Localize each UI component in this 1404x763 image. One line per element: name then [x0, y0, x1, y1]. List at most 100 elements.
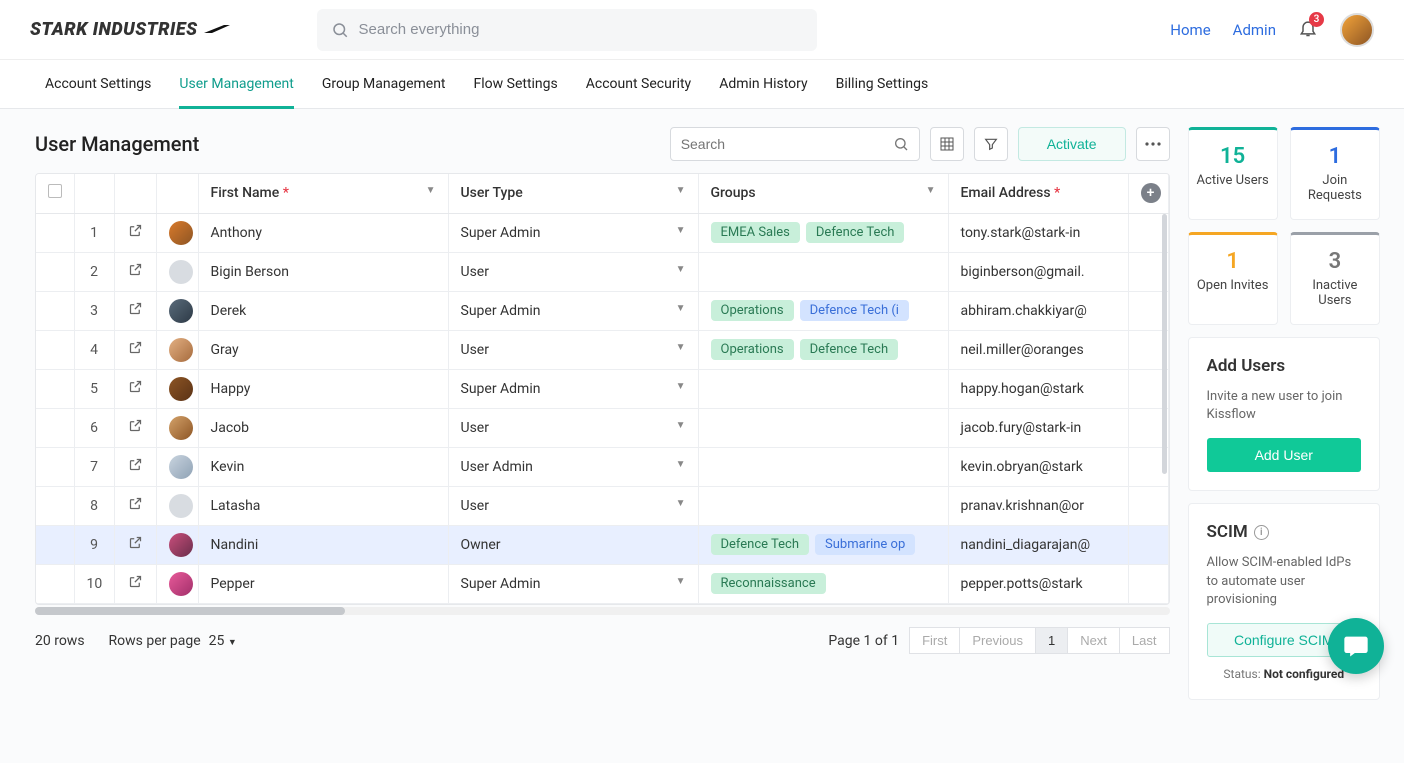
vertical-scrollbar[interactable]: [1162, 214, 1167, 474]
open-in-new-icon[interactable]: [128, 499, 143, 515]
cell-user-type[interactable]: User Admin▼: [448, 447, 698, 486]
cell-user-type[interactable]: User▼: [448, 486, 698, 525]
tab-account-settings[interactable]: Account Settings: [45, 60, 151, 108]
group-chip[interactable]: Defence Tech (i: [800, 300, 909, 321]
cell-user-type[interactable]: Super Admin▼: [448, 564, 698, 603]
stat-card-active-users[interactable]: 15Active Users: [1188, 127, 1278, 220]
row-number: 4: [74, 330, 114, 369]
table-row[interactable]: 3DerekSuper Admin▼OperationsDefence Tech…: [36, 291, 1168, 330]
cell-groups: Defence TechSubmarine op: [698, 525, 948, 564]
open-in-new-icon[interactable]: [128, 460, 143, 476]
tab-account-security[interactable]: Account Security: [586, 60, 691, 108]
horizontal-scrollbar[interactable]: [35, 607, 1170, 615]
row-number: 5: [74, 369, 114, 408]
cell-user-type[interactable]: Super Admin▼: [448, 213, 698, 252]
page-prev-button[interactable]: Previous: [960, 627, 1036, 654]
col-groups[interactable]: Groups▼: [698, 174, 948, 213]
chevron-down-icon[interactable]: ▼: [676, 225, 686, 236]
cell-user-type[interactable]: User▼: [448, 330, 698, 369]
tab-group-management[interactable]: Group Management: [322, 60, 446, 108]
group-chip[interactable]: Operations: [711, 300, 794, 321]
tab-user-management[interactable]: User Management: [179, 60, 293, 108]
cell-first-name: Happy: [198, 369, 448, 408]
table-row[interactable]: 8LatashaUser▼pranav.krishnan@or: [36, 486, 1168, 525]
user-avatar[interactable]: [1340, 13, 1374, 47]
cell-user-type[interactable]: Super Admin▼: [448, 291, 698, 330]
group-chip[interactable]: Reconnaissance: [711, 573, 826, 594]
tab-admin-history[interactable]: Admin History: [719, 60, 807, 108]
chat-launcher-button[interactable]: [1328, 618, 1384, 674]
nav-home[interactable]: Home: [1170, 21, 1210, 39]
global-search[interactable]: [317, 9, 817, 51]
stat-number: 15: [1195, 144, 1271, 169]
chevron-down-icon[interactable]: ▼: [676, 498, 686, 509]
cell-user-type[interactable]: User▼: [448, 252, 698, 291]
cell-user-type[interactable]: User▼: [448, 408, 698, 447]
col-first-name[interactable]: First Name *▼: [198, 174, 448, 213]
chevron-down-icon[interactable]: ▼: [676, 303, 686, 314]
nav-admin[interactable]: Admin: [1233, 21, 1276, 39]
row-number: 9: [74, 525, 114, 564]
table-row[interactable]: 1AnthonySuper Admin▼EMEA SalesDefence Te…: [36, 213, 1168, 252]
table-row[interactable]: 7KevinUser Admin▼kevin.obryan@stark: [36, 447, 1168, 486]
open-in-new-icon[interactable]: [128, 304, 143, 320]
col-user-type[interactable]: User Type▼: [448, 174, 698, 213]
chevron-down-icon[interactable]: ▼: [676, 381, 686, 392]
table-row[interactable]: 5HappySuper Admin▼happy.hogan@stark: [36, 369, 1168, 408]
notifications-button[interactable]: 3: [1298, 18, 1318, 42]
tab-flow-settings[interactable]: Flow Settings: [474, 60, 558, 108]
stat-card-join-requests[interactable]: 1Join Requests: [1290, 127, 1380, 220]
page-last-button[interactable]: Last: [1120, 627, 1170, 654]
table-row[interactable]: 6JacobUser▼jacob.fury@stark-in: [36, 408, 1168, 447]
page-first-button[interactable]: First: [909, 627, 960, 654]
table-search-input[interactable]: [681, 136, 893, 152]
column-settings-button[interactable]: [930, 127, 964, 161]
chevron-down-icon[interactable]: ▼: [676, 264, 686, 275]
add-column-button[interactable]: +: [1141, 183, 1161, 203]
chevron-down-icon[interactable]: ▼: [676, 459, 686, 470]
cell-groups: [698, 408, 948, 447]
table-row[interactable]: 9NandiniOwnerDefence TechSubmarine opnan…: [36, 525, 1168, 564]
stat-card-open-invites[interactable]: 1Open Invites: [1188, 232, 1278, 325]
group-chip[interactable]: Defence Tech: [711, 534, 810, 555]
chevron-down-icon[interactable]: ▼: [676, 576, 686, 587]
page-number-button[interactable]: 1: [1036, 627, 1068, 654]
col-email[interactable]: Email Address *: [948, 174, 1128, 213]
open-in-new-icon[interactable]: [128, 577, 143, 593]
group-chip[interactable]: Defence Tech: [806, 222, 905, 243]
stat-card-inactive-users[interactable]: 3Inactive Users: [1290, 232, 1380, 325]
table-row[interactable]: 10PepperSuper Admin▼Reconnaissancepepper…: [36, 564, 1168, 603]
info-icon[interactable]: i: [1254, 525, 1269, 540]
select-all-checkbox[interactable]: [48, 184, 62, 198]
group-chip[interactable]: Submarine op: [815, 534, 915, 555]
add-user-button[interactable]: Add User: [1207, 438, 1362, 472]
cell-email: pepper.potts@stark: [948, 564, 1128, 603]
group-chip[interactable]: EMEA Sales: [711, 222, 800, 243]
count-email: Count: 20: [948, 603, 1128, 604]
open-in-new-icon[interactable]: [128, 265, 143, 281]
open-in-new-icon[interactable]: [128, 226, 143, 242]
group-chip[interactable]: Operations: [711, 339, 794, 360]
table-search[interactable]: [670, 127, 920, 161]
rows-per-page-select[interactable]: 25 ▼: [209, 633, 237, 649]
global-search-input[interactable]: [359, 21, 803, 38]
chevron-down-icon[interactable]: ▼: [676, 420, 686, 431]
more-options-button[interactable]: [1136, 127, 1170, 161]
activate-button[interactable]: Activate: [1018, 127, 1126, 161]
dots-icon: [1145, 142, 1161, 146]
open-in-new-icon[interactable]: [128, 538, 143, 554]
cell-groups: Operations Defence Tech (i: [698, 291, 948, 330]
group-chip[interactable]: Defence Tech: [800, 339, 899, 360]
table-row[interactable]: 2Bigin BersonUser▼biginberson@gmail.: [36, 252, 1168, 291]
scim-desc: Allow SCIM-enabled IdPs to automate user…: [1207, 554, 1362, 609]
cell-user-type[interactable]: Super Admin▼: [448, 369, 698, 408]
cell-user-type[interactable]: Owner: [448, 525, 698, 564]
tab-billing-settings[interactable]: Billing Settings: [836, 60, 929, 108]
filter-button[interactable]: [974, 127, 1008, 161]
open-in-new-icon[interactable]: [128, 343, 143, 359]
open-in-new-icon[interactable]: [128, 382, 143, 398]
table-row[interactable]: 4GrayUser▼OperationsDefence Techneil.mil…: [36, 330, 1168, 369]
chevron-down-icon[interactable]: ▼: [676, 342, 686, 353]
open-in-new-icon[interactable]: [128, 421, 143, 437]
page-next-button[interactable]: Next: [1068, 627, 1120, 654]
